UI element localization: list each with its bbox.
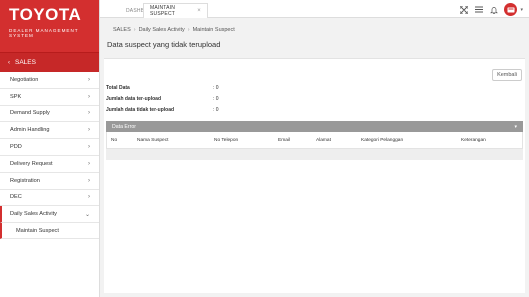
data-error-section: Data Error ▾ No Nama Suspect No Telepon … [106,121,523,160]
chevron-right-icon: › [88,177,90,184]
brand-header: TOYOTA DEALER MANAGEMENT SYSTEM [0,0,99,52]
sidebar-menu: Negotiation › SPK › Demand Supply › Admin H… [0,72,99,240]
sidebar-section-sales[interactable]: ‹ SALES [0,52,99,72]
sidebar-item-negotiation[interactable]: Negotiation › [0,72,99,89]
sidebar-item-daily-sales-activity[interactable]: Daily Sales Activity ⌄ [0,206,99,224]
data-error-header[interactable]: Data Error ▾ [106,121,523,132]
brand-subtitle: DEALER MANAGEMENT SYSTEM [9,28,79,38]
sidebar-subitem-maintain-suspect[interactable]: Maintain Suspect [0,223,99,240]
sidebar: TOYOTA DEALER MANAGEMENT SYSTEM ‹ SALES … [0,0,100,297]
back-button[interactable]: Kembali [492,69,522,81]
chevron-right-icon: › [88,127,90,134]
close-icon[interactable]: × [197,8,201,14]
summary-row: Total Data : 0 [106,82,219,93]
bell-icon[interactable] [489,5,498,14]
top-icons: ▾ [459,3,523,16]
sidebar-item-label: DEC [10,194,22,201]
summary-row: Jumlah data ter-upload : 0 [106,93,219,104]
data-error-title: Data Error [112,123,136,130]
chevron-right-icon: › [88,110,90,117]
chevron-down-icon[interactable]: ▾ [520,7,523,13]
column-header[interactable]: Kategori Pelanggan [361,138,403,143]
summary-value: : 0 [213,95,219,102]
column-header[interactable]: Alamat [316,138,331,143]
chevron-right-icon: › [88,93,90,100]
expand-icon[interactable] [459,5,468,14]
column-header[interactable]: Nama Suspect [137,138,168,143]
sidebar-item-label: Negotiation [10,76,39,83]
summary-row: Jumlah data tidak ter-upload : 0 [106,104,219,115]
breadcrumb-root[interactable]: SALES [113,27,131,33]
table-body [106,149,523,160]
list-icon[interactable] [474,5,483,14]
chevron-right-icon: › [88,144,90,151]
chevron-left-icon: ‹ [8,59,10,66]
sidebar-item-label: Daily Sales Activity [10,211,57,218]
sidebar-item-demand-supply[interactable]: Demand Supply › [0,106,99,123]
chevron-down-icon: ▾ [514,123,517,130]
breadcrumb-parent[interactable]: Daily Sales Activity [139,27,185,33]
sidebar-item-label: PDD [10,144,22,151]
sidebar-item-delivery-request[interactable]: Delivery Request › [0,156,99,173]
summary-value: : 0 [213,84,219,91]
chevron-right-icon: › [88,76,90,83]
sidebar-item-label: Admin Handling [10,127,50,134]
chevron-right-icon: › [187,27,190,33]
sidebar-item-label: Demand Supply [10,110,50,117]
column-header[interactable]: No Telepon [214,138,238,143]
sidebar-item-spk[interactable]: SPK › [0,89,99,106]
sidebar-item-dec[interactable]: DEC › [0,190,99,207]
summary: Total Data: 0 Jumlah data ter-upload: 0 … [106,82,219,115]
sidebar-item-admin-handling[interactable]: Admin Handling › [0,122,99,140]
summary-label: Jumlah data tidak ter-upload [106,106,175,113]
brand-logo[interactable]: TOYOTA [9,6,99,24]
chevron-down-icon: ⌄ [84,211,90,218]
chevron-right-icon: › [88,194,90,201]
sidebar-item-registration[interactable]: Registration › [0,173,99,190]
tab-maintain-suspect[interactable]: MAINTAIN SUSPECT × [143,3,208,18]
sidebar-item-pdd[interactable]: PDD › [0,139,99,156]
breadcrumb-current: Maintain Suspect [192,27,235,33]
sidebar-section-label: SALES [15,59,36,66]
tab-label: MAINTAIN SUSPECT [150,5,176,17]
page-title: Data suspect yang tidak terupload [107,40,221,49]
column-header[interactable]: Email [278,138,290,143]
summary-label: Jumlah data ter-upload [106,95,162,102]
summary-label: Total Data [106,84,130,91]
summary-value: : 0 [213,106,219,113]
column-header[interactable]: No [111,138,117,143]
table-header: No Nama Suspect No Telepon Email Alamat … [106,132,523,149]
top-bar: DASHBOARD MAINTAIN SUSPECT × ▾ [100,0,529,18]
column-header[interactable]: Keterangan [461,138,486,143]
sidebar-item-label: Delivery Request [10,160,53,167]
chevron-right-icon: › [133,27,136,33]
user-avatar-icon[interactable] [504,3,518,16]
main-panel: Kembali Total Data : 0 Jumlah data ter-up… [104,58,525,293]
sidebar-item-label: Registration [10,177,40,184]
chevron-right-icon: › [88,160,90,167]
breadcrumb: SALES › Daily Sales Activity › Maintain Susp… [113,27,235,33]
sidebar-item-label: SPK [10,93,22,100]
